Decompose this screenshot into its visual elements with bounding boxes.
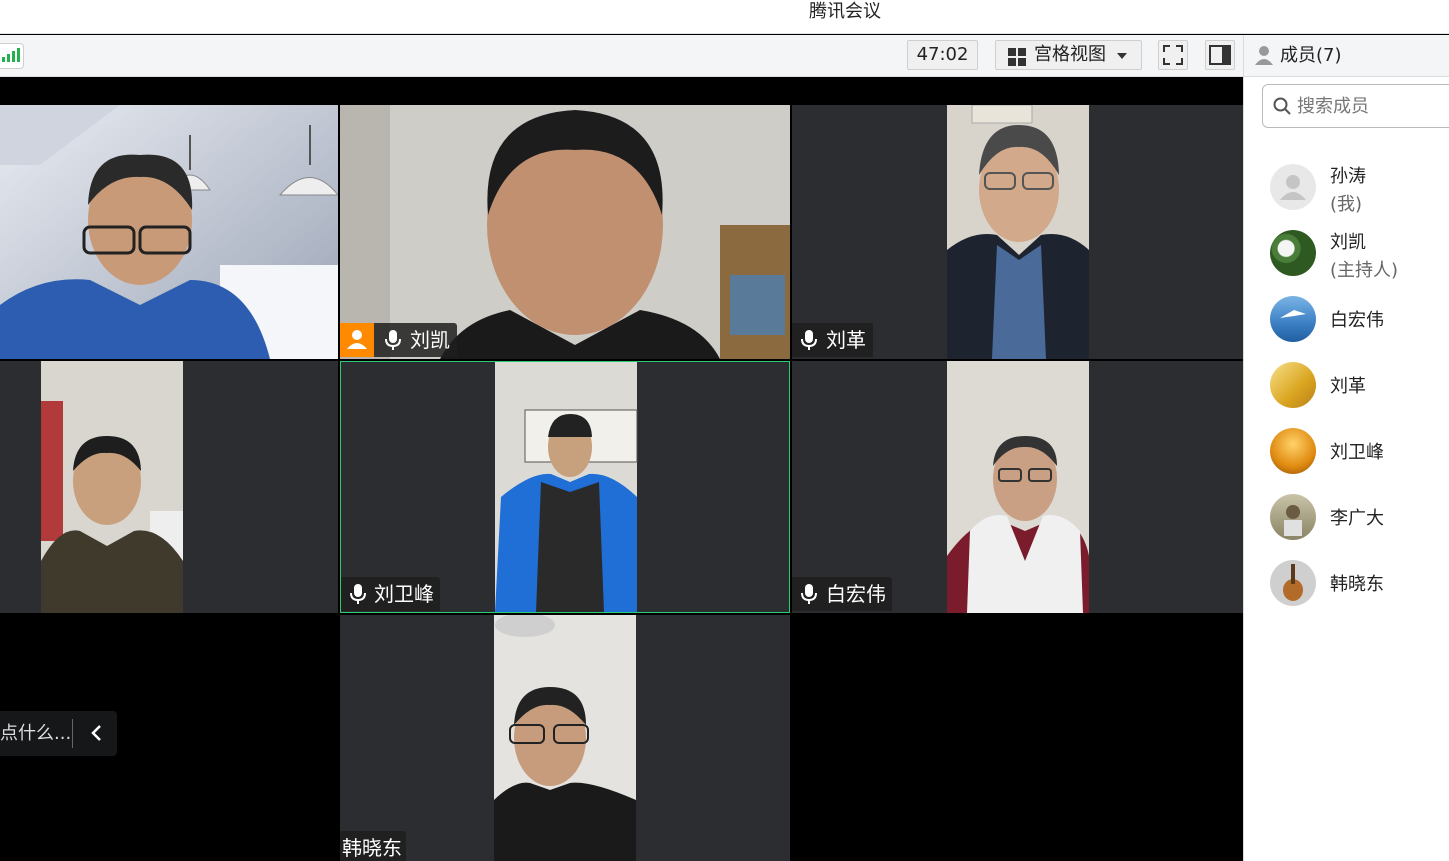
avatar — [1270, 560, 1316, 606]
member-item[interactable]: 刘革 — [1270, 360, 1449, 410]
member-name: 孙涛 — [1330, 166, 1366, 187]
video-tile-4[interactable] — [0, 361, 338, 613]
toggle-sidebar-button[interactable] — [1205, 40, 1235, 70]
participant-name: 刘凯 — [410, 328, 450, 352]
video-tile-5-active-speaker[interactable]: 刘卫峰 — [340, 361, 790, 613]
chevron-down-icon — [1117, 53, 1127, 59]
member-name: 刘凯 — [1330, 232, 1366, 253]
members-count-label: 成员(7) — [1280, 45, 1342, 66]
member-name: 刘革 — [1330, 376, 1366, 397]
participant-video — [340, 615, 790, 861]
member-item[interactable]: 刘凯 (主持人) — [1270, 228, 1449, 281]
participant-video — [341, 362, 789, 612]
grid-view-icon — [1008, 48, 1026, 66]
participant-name: 韩晓东 — [342, 836, 402, 860]
member-item[interactable]: 刘卫峰 — [1270, 426, 1449, 476]
member-name: 李广大 — [1330, 508, 1384, 529]
search-input[interactable] — [1297, 93, 1447, 119]
members-panel: 成员(7) 孙涛 (我) 刘凯 (主持人) 白宏伟 刘革 刘卫峰 — [1243, 35, 1449, 861]
participant-video — [0, 105, 338, 359]
member-item[interactable]: 白宏伟 — [1270, 294, 1449, 344]
title-bar: 腾讯会议 — [0, 0, 1449, 34]
participant-name: 白宏伟 — [826, 582, 886, 606]
microphone-icon — [385, 330, 401, 350]
video-tile-2[interactable]: 刘凯 — [340, 105, 790, 359]
chat-preview-text: 点什么... — [0, 723, 72, 744]
chat-popup[interactable]: 点什么... — [0, 711, 117, 756]
member-item[interactable]: 李广大 — [1270, 492, 1449, 542]
microphone-icon — [801, 330, 817, 350]
participant-name-tag: 白宏伟 — [792, 577, 892, 611]
participant-name-tag: 刘革 — [792, 323, 873, 357]
members-header: 成员(7) — [1244, 35, 1449, 77]
participant-name-tag: 韩晓东 — [340, 831, 406, 861]
sidebar-layout-icon — [1209, 45, 1231, 65]
person-icon — [1255, 46, 1273, 65]
member-search[interactable] — [1262, 84, 1449, 128]
member-item[interactable]: 孙涛 (我) — [1270, 162, 1449, 215]
divider — [72, 719, 73, 748]
avatar — [1270, 362, 1316, 408]
member-role: (主持人) — [1330, 260, 1399, 281]
participant-video — [340, 105, 790, 359]
member-role: (我) — [1330, 194, 1363, 215]
microphone-icon — [350, 584, 366, 604]
video-tile-1[interactable] — [0, 105, 338, 359]
participant-name-tag: 刘凯 — [340, 323, 457, 357]
window-title: 腾讯会议 — [809, 1, 881, 22]
video-tile-3[interactable]: 刘革 — [792, 105, 1243, 359]
participant-name: 刘卫峰 — [374, 582, 434, 606]
meeting-toolbar: 47:02 宫格视图 — [0, 35, 1243, 77]
participant-video — [792, 361, 1243, 613]
participant-video — [792, 105, 1243, 359]
participant-name: 刘革 — [826, 328, 866, 352]
avatar — [1270, 494, 1316, 540]
view-mode-dropdown[interactable]: 宫格视图 — [995, 40, 1142, 70]
meeting-timer: 47:02 — [907, 40, 978, 70]
member-name: 刘卫峰 — [1330, 442, 1384, 463]
avatar — [1270, 428, 1316, 474]
search-icon — [1273, 97, 1291, 115]
avatar — [1270, 296, 1316, 342]
microphone-icon — [801, 584, 817, 604]
member-name: 白宏伟 — [1330, 310, 1384, 331]
member-name: 韩晓东 — [1330, 574, 1384, 595]
participant-video — [0, 361, 338, 613]
signal-strength-icon[interactable] — [0, 43, 24, 69]
fullscreen-icon — [1163, 45, 1183, 65]
member-item[interactable]: 韩晓东 — [1270, 558, 1449, 608]
chevron-left-icon[interactable] — [88, 724, 106, 742]
avatar — [1270, 164, 1316, 210]
view-mode-label: 宫格视图 — [1034, 44, 1106, 65]
avatar — [1270, 230, 1316, 276]
fullscreen-button[interactable] — [1158, 40, 1188, 70]
host-badge-icon — [340, 323, 374, 357]
video-tile-7[interactable]: 韩晓东 — [340, 615, 790, 861]
participant-name-tag: 刘卫峰 — [341, 577, 440, 611]
video-tile-6[interactable]: 白宏伟 — [792, 361, 1243, 613]
